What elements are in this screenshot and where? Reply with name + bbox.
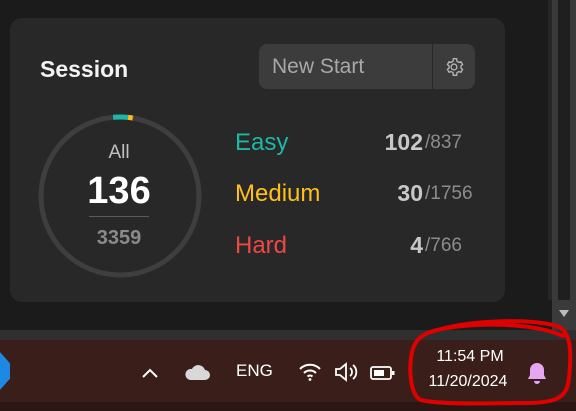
- gear-icon: [446, 57, 464, 76]
- difficulty-solved: 4: [410, 232, 423, 258]
- language-indicator[interactable]: ENG: [236, 361, 273, 381]
- difficulty-row-easy: Easy 102 /837: [235, 129, 475, 163]
- difficulty-solved: 30: [397, 180, 423, 206]
- difficulty-name: Medium: [235, 180, 321, 207]
- difficulty-row-hard: Hard 4 /766: [235, 232, 475, 266]
- difficulty-total: /766: [425, 235, 462, 256]
- difficulty-total: /837: [425, 132, 462, 153]
- all-label: All: [108, 142, 130, 163]
- all-solved-count: 136: [87, 170, 151, 212]
- session-card: Session New Start All 136 3359 Easy 102 …: [10, 18, 505, 302]
- onedrive-button[interactable]: [182, 362, 212, 384]
- volume-icon: [335, 362, 358, 382]
- settings-button[interactable]: [433, 44, 475, 89]
- chevron-up-icon: [142, 368, 158, 378]
- difficulty-total: /1756: [425, 183, 473, 204]
- difficulty-name: Hard: [235, 232, 288, 259]
- show-hidden-icons-button[interactable]: [138, 362, 162, 384]
- card-title: Session: [40, 56, 129, 82]
- scrollbar-thumb[interactable]: [558, 0, 570, 300]
- network-button[interactable]: [296, 360, 324, 384]
- battery-icon: [370, 366, 395, 380]
- volume-button[interactable]: [331, 360, 361, 384]
- wifi-icon: [299, 363, 321, 381]
- onedrive-cloud-icon: [185, 365, 210, 380]
- battery-button[interactable]: [369, 362, 397, 384]
- difficulty-row-medium: Medium 30 /1756: [235, 180, 475, 214]
- all-divider: [89, 216, 149, 217]
- session-select[interactable]: New Start: [259, 44, 432, 89]
- all-total-count: 3359: [96, 227, 142, 249]
- red-annotation-circle: [408, 319, 573, 406]
- difficulty-name: Easy: [235, 129, 289, 156]
- difficulty-solved: 102: [384, 129, 423, 155]
